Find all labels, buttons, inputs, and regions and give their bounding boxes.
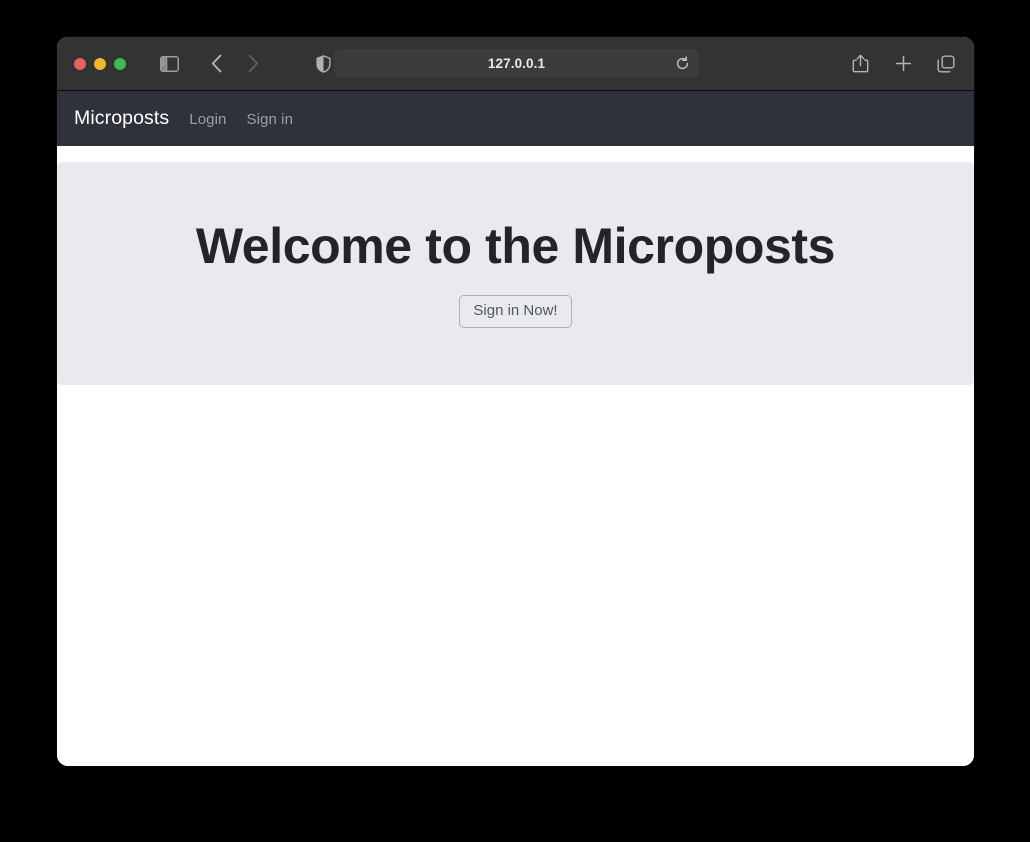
shield-icon [315,54,331,73]
maximize-window-button[interactable] [114,57,126,70]
tab-overview-button[interactable] [932,50,960,78]
toolbar-right-actions [846,50,960,78]
nav-link-sign-in[interactable]: Sign in [246,111,293,128]
minimize-window-button[interactable] [94,57,106,70]
address-bar[interactable]: 127.0.0.1 [334,49,699,78]
navbar-links: Login Sign in [189,109,293,128]
tab-overview-icon [937,55,955,72]
sign-in-now-button[interactable]: Sign in Now! [459,294,572,329]
privacy-report-button[interactable] [309,50,337,78]
plus-icon [895,55,911,72]
share-icon [852,54,868,73]
jumbotron: Welcome to the Microposts Sign in Now! [57,162,974,385]
forward-button[interactable] [239,50,267,78]
sidebar-icon [159,55,179,72]
share-button[interactable] [846,50,874,78]
sidebar-toggle-button[interactable] [155,50,183,78]
close-window-button[interactable] [74,57,86,70]
browser-window: 127.0.0.1 Microposts Login Sign in Welco… [57,37,974,766]
reload-icon [676,56,688,70]
window-controls [74,57,126,70]
address-bar-url: 127.0.0.1 [487,56,546,71]
safari-toolbar: 127.0.0.1 [57,37,974,91]
screen-root: 127.0.0.1 Microposts Login Sign in Welco… [0,0,1030,842]
nav-link-login[interactable]: Login [189,111,226,128]
page-viewport: Microposts Login Sign in Welcome to the … [57,91,974,766]
chevron-left-icon [211,54,222,73]
navigation-buttons [203,50,267,78]
chevron-right-icon [248,54,259,73]
navbar-spacer [57,146,974,162]
page-title: Welcome to the Microposts [195,217,836,274]
site-navbar: Microposts Login Sign in [57,91,974,146]
new-tab-button[interactable] [889,50,917,78]
back-button[interactable] [203,50,231,78]
navbar-brand[interactable]: Microposts [74,107,169,130]
reload-button[interactable] [672,54,692,74]
